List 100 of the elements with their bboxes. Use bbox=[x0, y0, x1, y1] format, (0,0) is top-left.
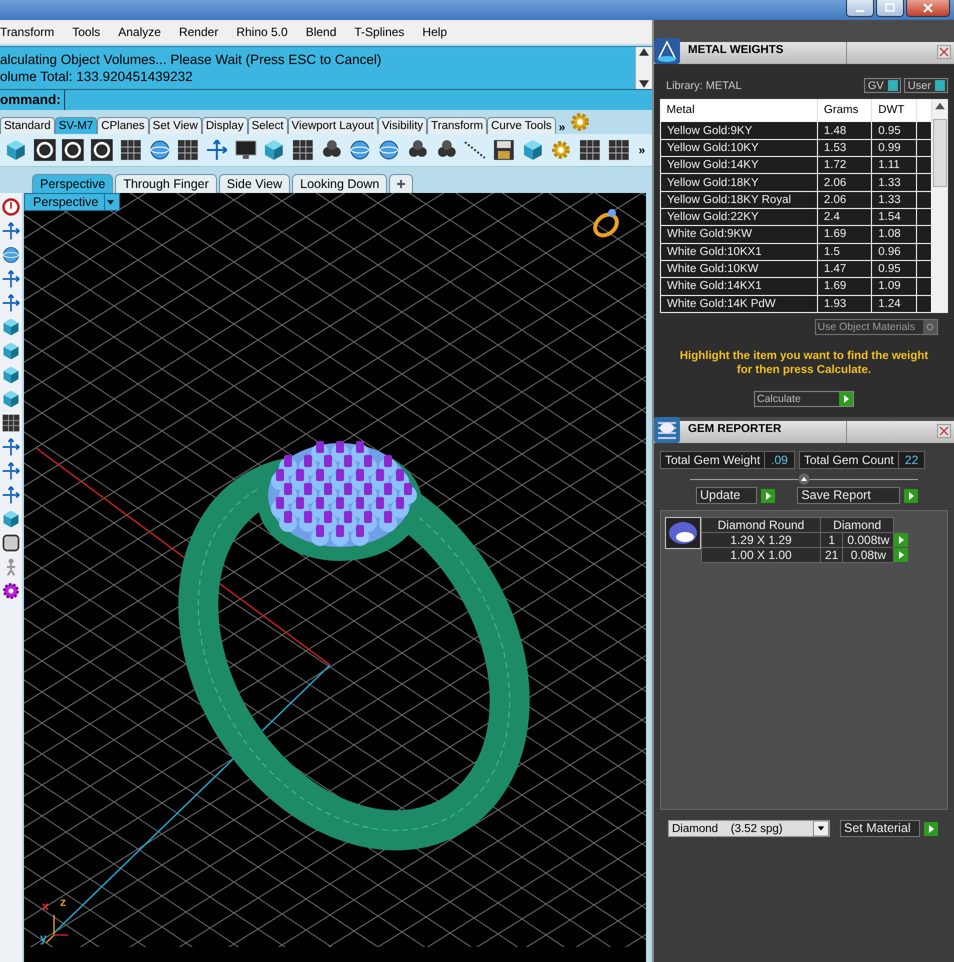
table-cell: White Gold:10KW bbox=[660, 260, 818, 278]
minimize-button[interactable] bbox=[846, 0, 874, 17]
add-tab-button[interactable] bbox=[389, 174, 414, 193]
grid-icon[interactable] bbox=[578, 138, 602, 162]
view-tab[interactable]: Perspective bbox=[32, 174, 114, 193]
arrows-icon[interactable] bbox=[1, 269, 21, 289]
cube-icon[interactable] bbox=[1, 341, 21, 361]
arrows-icon[interactable] bbox=[1, 293, 21, 313]
arrows-icon[interactable] bbox=[1, 485, 21, 505]
collapse-icon[interactable] bbox=[798, 473, 810, 485]
monitor-icon[interactable] bbox=[234, 138, 258, 162]
view-tab[interactable]: Through Finger bbox=[115, 174, 217, 193]
toolbar-tab[interactable]: Visibility bbox=[378, 117, 428, 134]
scrollbar[interactable] bbox=[932, 99, 948, 313]
table-cell: 1.29 X 1.29 bbox=[702, 532, 820, 548]
table-cell: Yellow Gold:18KY Royal bbox=[660, 191, 818, 208]
view-tab[interactable]: Side View bbox=[218, 174, 290, 193]
maximize-icon bbox=[885, 3, 895, 13]
dropdown-arrow-icon bbox=[813, 821, 829, 836]
size-heading: Diamond Round bbox=[702, 518, 820, 532]
scale-icon bbox=[654, 38, 680, 64]
menu-item[interactable]: Render bbox=[170, 25, 228, 39]
arrows-icon[interactable] bbox=[1, 461, 21, 481]
table-cell: 1.48 bbox=[817, 122, 872, 140]
stop-icon[interactable] bbox=[1, 197, 21, 217]
overflow-button[interactable]: » bbox=[635, 143, 648, 157]
grid-icon[interactable] bbox=[118, 138, 143, 162]
table-cell: Yellow Gold:18KY bbox=[660, 174, 818, 192]
cube-icon[interactable] bbox=[1, 509, 21, 529]
toolbar-tab[interactable]: SV-M7 bbox=[54, 117, 98, 134]
menu-item[interactable]: T-Splines bbox=[345, 25, 414, 39]
toolbar-tab[interactable]: Transform bbox=[427, 117, 488, 134]
toolbar-tab[interactable]: CPlanes bbox=[97, 117, 149, 134]
cube-icon[interactable] bbox=[1, 365, 21, 385]
library-toggle[interactable]: GV bbox=[864, 78, 901, 93]
menu-item[interactable]: Rhino 5.0 bbox=[227, 25, 297, 39]
grid-icon[interactable] bbox=[176, 138, 200, 162]
table-cell: 1.33 bbox=[872, 191, 917, 208]
rounded-square-icon[interactable] bbox=[1, 533, 21, 553]
menu-item[interactable]: Analyze bbox=[109, 25, 170, 39]
grid-icon[interactable] bbox=[1, 413, 21, 433]
table-cell: 1.93 bbox=[817, 295, 872, 312]
caret-icon bbox=[106, 200, 114, 204]
view-tab[interactable]: Looking Down bbox=[292, 174, 388, 193]
scroll-up-icon[interactable] bbox=[636, 47, 652, 57]
table-cell: 1.08 bbox=[872, 226, 917, 244]
flower-icon[interactable] bbox=[1, 581, 21, 601]
cube-icon[interactable] bbox=[1, 389, 21, 409]
library-toggle[interactable]: User bbox=[904, 78, 948, 93]
gem-list-icon bbox=[654, 417, 680, 443]
viewport-menu-button[interactable]: Perspective bbox=[24, 193, 120, 211]
command-history-line: alculating Object Volumes... Please Wait (Press ESC to Cancel) bbox=[0, 51, 382, 68]
scrollbar[interactable] bbox=[635, 47, 652, 89]
table-cell: 1.69 bbox=[817, 226, 872, 244]
table-cell: 0.08tw bbox=[842, 548, 894, 562]
command-input[interactable] bbox=[64, 90, 652, 110]
arrows-icon[interactable] bbox=[204, 138, 229, 162]
floppy-icon[interactable] bbox=[492, 138, 516, 162]
table-cell: White Gold:14K PdW bbox=[660, 295, 818, 312]
table-cell: 1.11 bbox=[872, 156, 917, 174]
toolbar-tab[interactable]: Set View bbox=[148, 117, 202, 134]
grid-icon[interactable] bbox=[606, 138, 630, 162]
toolbar-tab[interactable]: Select bbox=[248, 117, 288, 134]
use-object-materials-toggle[interactable]: Use Object Materials bbox=[814, 319, 938, 335]
maximize-button[interactable] bbox=[876, 0, 904, 17]
table-cell: 1.5 bbox=[817, 243, 872, 260]
menu-item[interactable]: Help bbox=[413, 25, 456, 39]
menu-item[interactable]: Tools bbox=[63, 25, 110, 39]
table-cell: 1.47 bbox=[817, 260, 872, 278]
stat-label: Total Gem Weight bbox=[661, 452, 766, 468]
circle-icon bbox=[926, 323, 934, 331]
viewport[interactable]: Perspective x z y bbox=[24, 193, 646, 962]
row-action-button[interactable] bbox=[894, 548, 908, 562]
close-button[interactable] bbox=[906, 0, 950, 17]
cube-icon[interactable] bbox=[1, 317, 21, 337]
sphere-icon[interactable] bbox=[377, 138, 401, 162]
sphere-icon[interactable] bbox=[148, 138, 172, 162]
ring-icon[interactable] bbox=[90, 138, 114, 162]
toolbar-tab[interactable]: Viewport Layout bbox=[288, 117, 378, 134]
plus-icon bbox=[396, 179, 406, 189]
material-dropdown[interactable]: Diamond (3.52 spg) bbox=[668, 820, 830, 837]
calculate-button[interactable]: Calculate bbox=[754, 391, 854, 407]
toolbar-tab[interactable]: Standard bbox=[0, 117, 55, 134]
toolbar-tab[interactable]: Display bbox=[202, 117, 248, 134]
arrows-icon[interactable] bbox=[1, 221, 21, 241]
sphere-icon[interactable] bbox=[1, 245, 21, 265]
grid-icon[interactable] bbox=[291, 138, 315, 162]
ring-icon[interactable] bbox=[61, 138, 86, 162]
table-cell: 0.95 bbox=[872, 122, 917, 140]
column-header: Grams bbox=[817, 99, 872, 122]
toolbar-tab[interactable]: Curve Tools bbox=[487, 117, 556, 134]
table-cell: 1.54 bbox=[872, 208, 917, 226]
table-cell: White Gold:9KW bbox=[660, 226, 818, 244]
row-action-button[interactable] bbox=[894, 533, 908, 547]
overflow-button[interactable]: » bbox=[556, 120, 568, 134]
table-cell: White Gold:10KX1 bbox=[660, 243, 818, 260]
menu-item[interactable]: Blend bbox=[296, 25, 346, 39]
ring-icon[interactable] bbox=[32, 138, 56, 162]
arrows-icon[interactable] bbox=[1, 437, 21, 457]
menu-item[interactable]: Transform bbox=[0, 25, 64, 39]
